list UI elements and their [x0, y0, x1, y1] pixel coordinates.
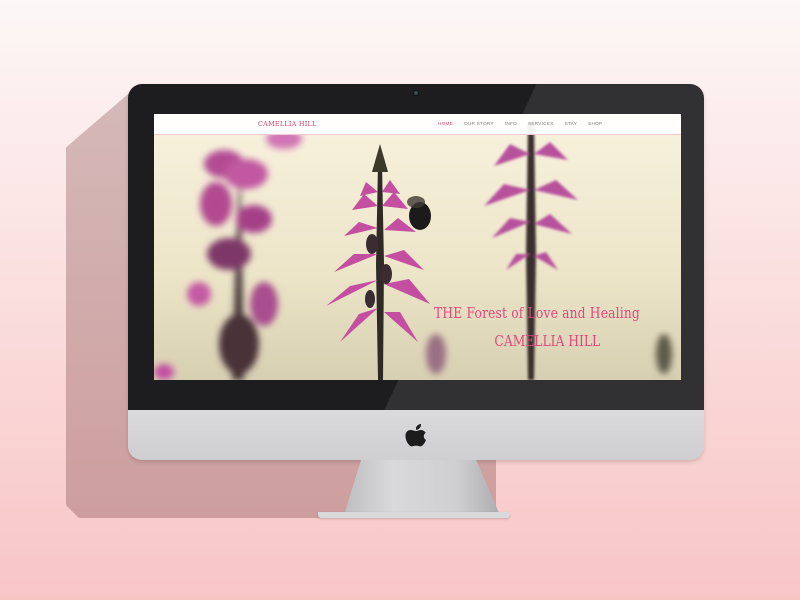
apple-logo-icon — [405, 424, 426, 447]
nav-services[interactable]: SERVICES — [528, 121, 554, 126]
nav-info[interactable]: INFO — [505, 121, 517, 126]
site-logo[interactable]: CAMELLIA HILL — [258, 120, 317, 128]
nav-our-story[interactable]: OUR STORY — [464, 121, 494, 126]
nav-stay[interactable]: STAY — [565, 121, 578, 126]
nav-shop[interactable]: SHOP — [588, 121, 602, 126]
hero-title: CAMELLIA HILL — [494, 332, 601, 350]
main-menu: HOME OUR STORY INFO SERVICES STAY SHOP — [438, 121, 602, 126]
site-navbar: CAMELLIA HILL HOME OUR STORY INFO SERVIC… — [154, 114, 681, 135]
hero-image — [154, 114, 681, 380]
hero-tagline: THE Forest of Love and Healing — [434, 304, 640, 322]
nav-home[interactable]: HOME — [438, 121, 453, 126]
website-screen: CAMELLIA HILL HOME OUR STORY INFO SERVIC… — [154, 114, 681, 380]
webcam-icon — [413, 90, 419, 96]
monitor-stand-base — [318, 512, 510, 518]
